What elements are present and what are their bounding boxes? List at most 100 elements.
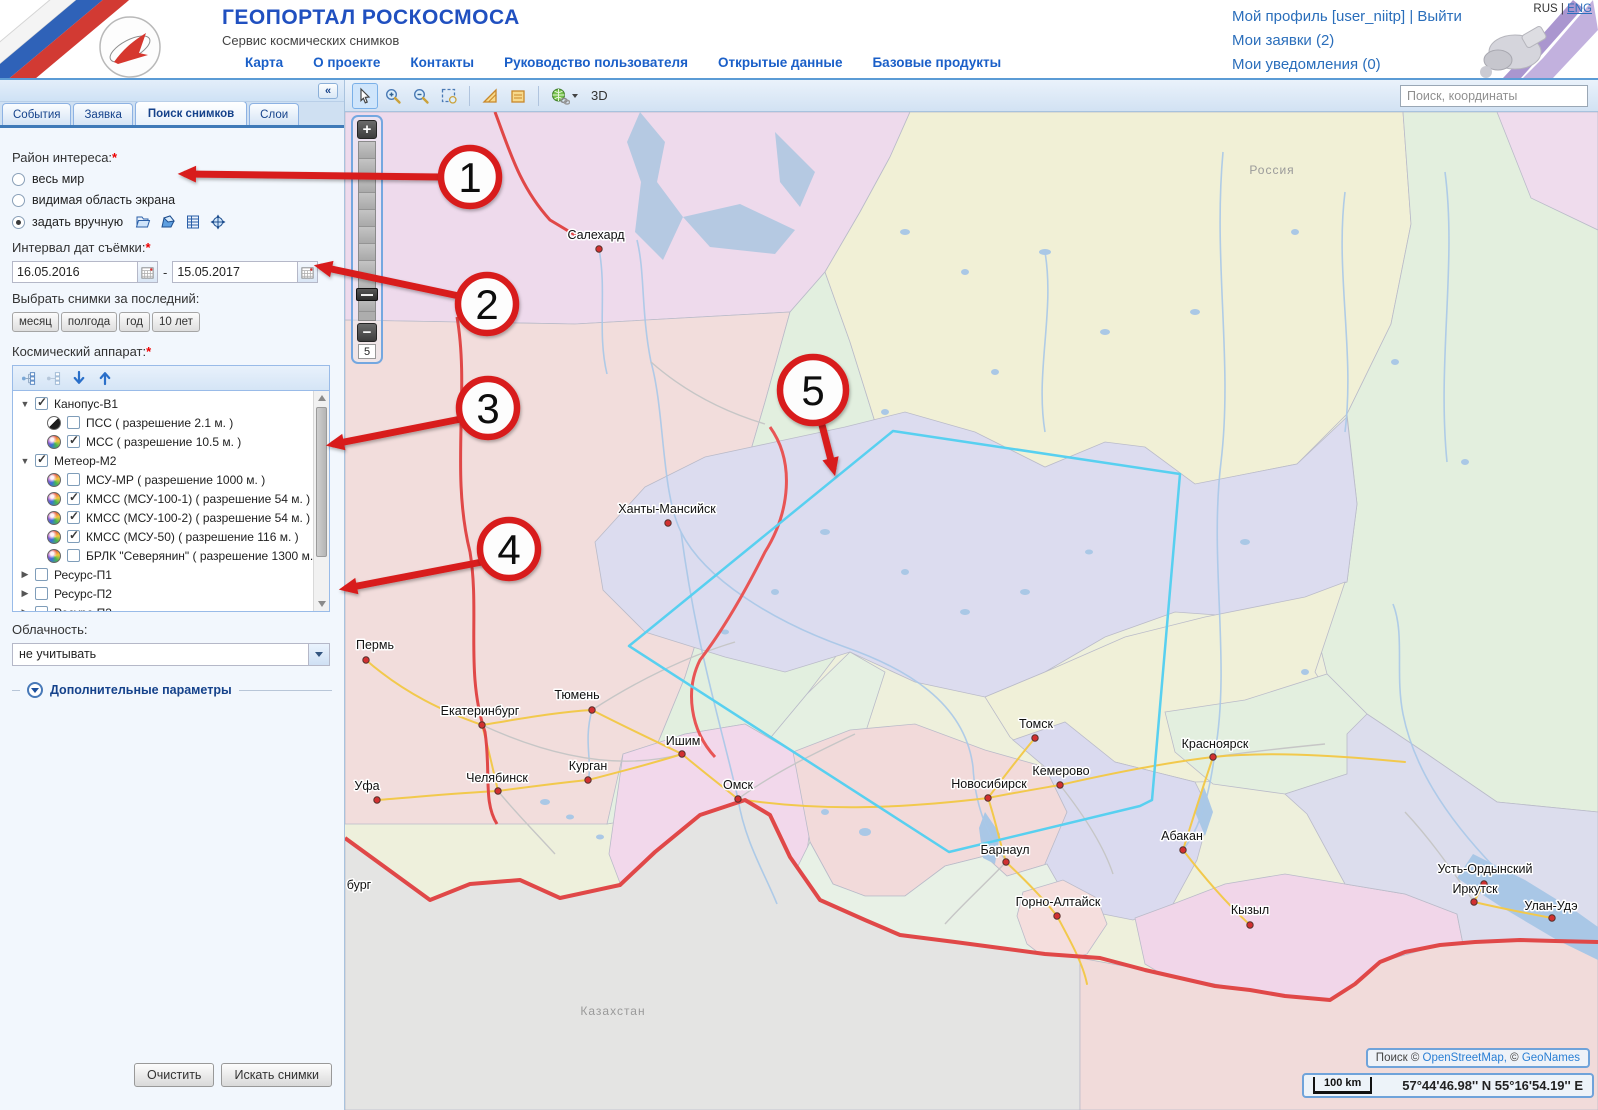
checkbox[interactable]	[67, 530, 80, 543]
roi-option-задать вручную[interactable]: задать вручную	[12, 214, 332, 230]
nav-link[interactable]: Контакты	[410, 55, 474, 70]
calendar-icon[interactable]	[297, 262, 317, 282]
date-interval-row: -	[12, 261, 332, 283]
user-link[interactable]: Мой профиль [user_niitp] | Выйти	[1232, 5, 1462, 29]
tree-leaf-label: КМСС (МСУ-100-2) ( разрешение 54 м. )	[86, 511, 310, 525]
draw-polygon-icon[interactable]	[160, 214, 176, 230]
checkbox[interactable]	[67, 549, 80, 562]
arrow-up-icon[interactable]	[97, 370, 113, 386]
measure-area-tool-icon[interactable]	[505, 83, 531, 109]
tree-item[interactable]: МСС ( разрешение 10.5 м. )	[17, 432, 329, 451]
openstreetmap-link[interactable]: OpenStreetMap,	[1423, 1052, 1507, 1064]
expand-all-icon[interactable]	[21, 371, 36, 386]
tree-item[interactable]: БРЛК "Северянин" ( разрешение 1300 м. )	[17, 546, 329, 565]
collapse-node-icon[interactable]: ▼	[19, 456, 31, 466]
zoom-in-button[interactable]: +	[357, 120, 377, 139]
calendar-icon[interactable]	[137, 262, 157, 282]
zoom-out-tool-icon[interactable]	[408, 83, 434, 109]
search-images-button[interactable]: Искать снимки	[221, 1063, 332, 1087]
arrow-down-icon[interactable]	[71, 370, 87, 386]
nav-link[interactable]: Открытые данные	[718, 55, 842, 70]
tab-Заявка[interactable]: Заявка	[73, 103, 132, 125]
radio-button[interactable]	[12, 194, 25, 207]
checkbox[interactable]	[35, 606, 48, 611]
user-link[interactable]: Мои заявки (2)	[1232, 29, 1462, 53]
checkbox[interactable]	[35, 454, 48, 467]
geonames-link[interactable]: GeoNames	[1522, 1052, 1580, 1064]
expand-node-icon[interactable]: ▶	[19, 607, 31, 611]
user-link[interactable]: Мои уведомления (0)	[1232, 53, 1462, 77]
open-file-icon[interactable]	[135, 214, 151, 230]
nav-link[interactable]: О проекте	[313, 55, 380, 70]
checkbox[interactable]	[35, 568, 48, 581]
zoom-in-tool-icon[interactable]	[380, 83, 406, 109]
clear-button[interactable]: Очистить	[134, 1063, 214, 1087]
coords-table-icon[interactable]	[185, 214, 201, 230]
map-search-input[interactable]	[1400, 85, 1588, 107]
chevron-down-icon[interactable]	[27, 682, 43, 698]
date-from-input[interactable]	[13, 262, 137, 282]
checkbox[interactable]	[67, 416, 80, 429]
checkbox[interactable]	[67, 435, 80, 448]
nav-link[interactable]: Базовые продукты	[872, 55, 1001, 70]
city-dot	[1180, 847, 1186, 853]
tree-node-label: Ресурс-П3	[54, 606, 112, 612]
period-button-10 лет[interactable]: 10 лет	[152, 312, 200, 332]
tree-item[interactable]: КМСС (МСУ-100-1) ( разрешение 54 м. )	[17, 489, 329, 508]
map-canvas[interactable]: РоссияКазахстан СалехардХанты-МансийскПе…	[345, 112, 1598, 1110]
checkbox[interactable]	[35, 587, 48, 600]
zoom-out-button[interactable]: −	[357, 323, 377, 342]
tree-item[interactable]: ▶Ресурс-П1	[17, 565, 329, 584]
tab-Слои[interactable]: Слои	[249, 103, 299, 125]
tree-item[interactable]: ▶Ресурс-П2	[17, 584, 329, 603]
expand-node-icon[interactable]: ▶	[19, 569, 31, 580]
nav-link[interactable]: Карта	[245, 55, 283, 70]
mode-3d-button[interactable]: 3D	[591, 88, 608, 103]
tree-item[interactable]: ▶ Ресурс-П3	[17, 603, 329, 611]
additional-params-toggle[interactable]: Дополнительные параметры	[12, 682, 332, 698]
tree-item[interactable]: МСУ-МР ( разрешение 1000 м. )	[17, 470, 329, 489]
period-button-полгода[interactable]: полгода	[61, 312, 117, 332]
checkbox[interactable]	[35, 397, 48, 410]
zoom-extent-tool-icon[interactable]	[436, 83, 462, 109]
nav-link[interactable]: Руководство пользователя	[504, 55, 688, 70]
sidebar-collapse-button[interactable]: «	[318, 83, 338, 99]
scroll-down-icon[interactable]	[318, 601, 326, 607]
zoom-slider-handle[interactable]	[356, 288, 378, 301]
period-button-год[interactable]: год	[119, 312, 150, 332]
collapse-node-icon[interactable]: ▼	[19, 399, 31, 409]
lang-rus[interactable]: RUS	[1533, 3, 1557, 15]
expand-node-icon[interactable]: ▶	[19, 588, 31, 599]
period-button-месяц[interactable]: месяц	[12, 312, 59, 332]
pan-select-tool-icon[interactable]	[352, 83, 378, 109]
tree-item[interactable]: ▼Метеор-М2	[17, 451, 329, 470]
tree-item[interactable]: ▼Канопус-В1	[17, 394, 329, 413]
globe-select-icon[interactable]	[210, 214, 226, 230]
scroll-up-icon[interactable]	[318, 395, 326, 401]
city-label: Кемерово	[1032, 764, 1089, 778]
search-form: Район интереса:* весь мирвидимая область…	[0, 128, 344, 698]
tree-item[interactable]: КМСС (МСУ-50) ( разрешение 116 м. )	[17, 527, 329, 546]
scrollbar-thumb[interactable]	[316, 407, 327, 557]
lang-eng[interactable]: ENG	[1567, 3, 1592, 15]
tree-item[interactable]: ПСС ( разрешение 2.1 м. )	[17, 413, 329, 432]
checkbox[interactable]	[67, 473, 80, 486]
radio-button[interactable]	[12, 173, 25, 186]
date-to-input[interactable]	[173, 262, 297, 282]
checkbox[interactable]	[67, 492, 80, 505]
cloudiness-select[interactable]: не учитывать	[12, 643, 330, 666]
collapse-all-icon[interactable]	[46, 371, 61, 386]
sidebar: « СобытияЗаявкаПоиск снимковСлои Район и…	[0, 80, 345, 1110]
checkbox[interactable]	[67, 511, 80, 524]
roi-option-весь мир[interactable]: весь мир	[12, 172, 332, 186]
tree-scrollbar[interactable]	[313, 391, 329, 611]
zoom-slider-track[interactable]	[358, 141, 376, 321]
tab-События[interactable]: События	[2, 103, 71, 125]
roi-option-видимая область экрана[interactable]: видимая область экрана	[12, 193, 332, 207]
tab-Поиск снимков[interactable]: Поиск снимков	[135, 101, 247, 125]
basemap-link-tool-icon[interactable]	[546, 83, 582, 109]
chevron-down-icon[interactable]	[308, 644, 329, 665]
radio-button[interactable]	[12, 216, 25, 229]
tree-item[interactable]: КМСС (МСУ-100-2) ( разрешение 54 м. )	[17, 508, 329, 527]
measure-distance-tool-icon[interactable]	[477, 83, 503, 109]
